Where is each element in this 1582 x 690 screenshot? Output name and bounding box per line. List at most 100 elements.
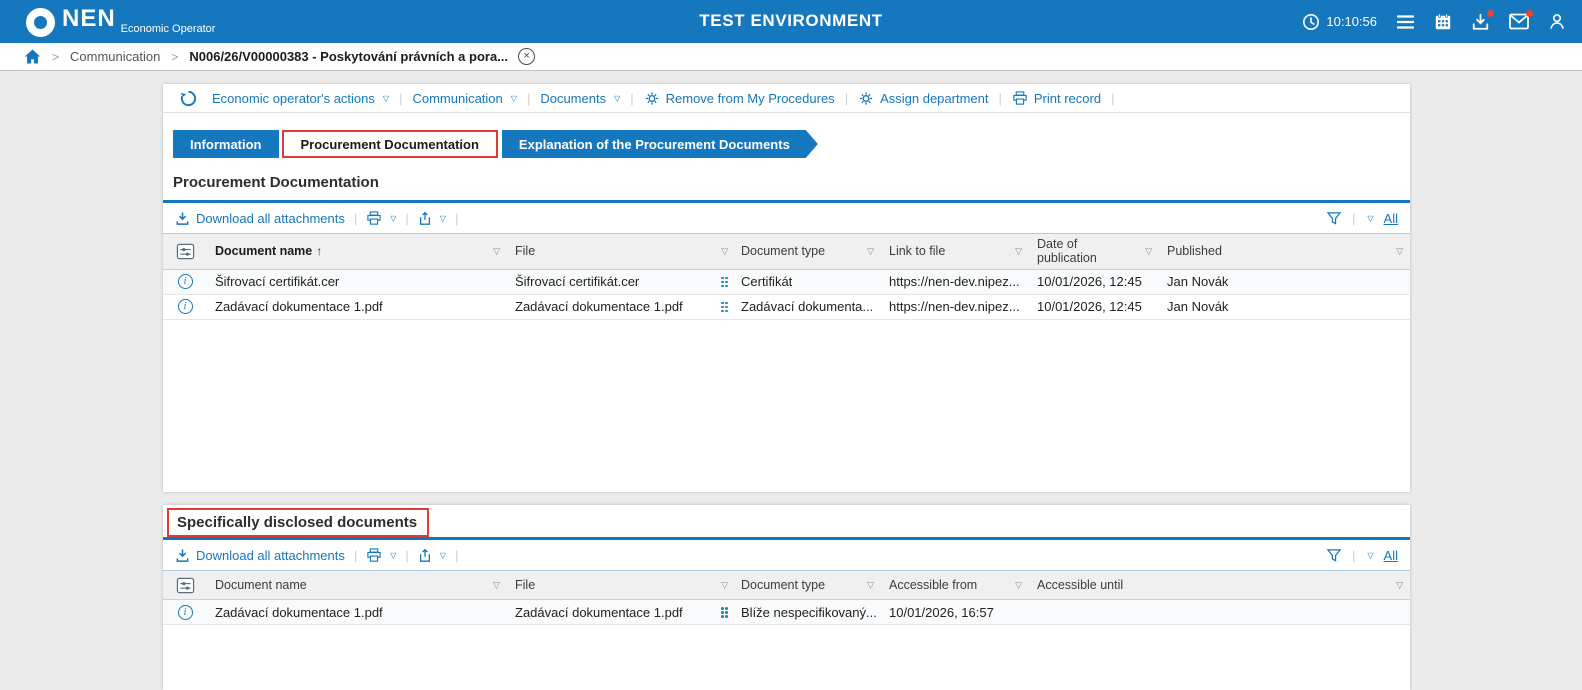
column-filter-icon[interactable]: ▽ <box>1009 246 1022 257</box>
download-all-attachments-button[interactable]: Download all attachments <box>175 548 345 563</box>
messages-icon[interactable] <box>1509 10 1533 30</box>
environment-title: TEST ENVIRONMENT <box>699 11 883 30</box>
column-header-accessible-from[interactable]: Accessible from ▽ <box>881 571 1029 599</box>
show-all-link[interactable]: All <box>1384 211 1398 226</box>
calendar-icon[interactable] <box>1434 13 1452 31</box>
tab-information[interactable]: Information <box>173 130 279 158</box>
specifically-disclosed-table: Document name ▽ File ▽ Document type ▽ Acce… <box>163 571 1410 625</box>
column-filter-icon[interactable]: ▽ <box>715 246 728 257</box>
controls-divider: | <box>1352 547 1356 563</box>
column-header-published[interactable]: Published ▽ <box>1159 234 1410 269</box>
print-list-button[interactable]: ▽ <box>366 547 396 563</box>
menu-economic-operators-actions[interactable]: Economic operator's actions ▽ <box>212 91 389 106</box>
column-header-file[interactable]: File ▽ <box>507 234 733 269</box>
column-filter-icon[interactable]: ▽ <box>487 580 500 591</box>
assign-department-button[interactable]: Assign department <box>858 91 988 106</box>
column-settings-icon <box>176 577 194 593</box>
menu-icon[interactable] <box>1396 14 1415 30</box>
column-header-link-to-file[interactable]: Link to file ▽ <box>881 234 1029 269</box>
column-settings-button[interactable] <box>163 234 207 269</box>
column-settings-button[interactable] <box>163 571 207 599</box>
info-icon[interactable]: i <box>177 604 193 620</box>
user-icon[interactable] <box>1548 12 1566 31</box>
cell-link-to-file[interactable]: https://nen-dev.nipez... <box>881 274 1029 289</box>
file-actions-icon[interactable] <box>721 301 728 313</box>
home-icon[interactable] <box>24 49 41 64</box>
column-filter-icon[interactable]: ▽ <box>1009 580 1022 591</box>
column-filter-icon[interactable]: ▽ <box>1390 246 1403 257</box>
column-filter-icon[interactable]: ▽ <box>1390 580 1403 591</box>
download-icon <box>176 211 189 225</box>
menu-communication[interactable]: Communication ▽ <box>412 91 516 106</box>
show-all-link[interactable]: All <box>1384 548 1398 563</box>
controls-divider: | <box>405 210 409 226</box>
nen-logo[interactable]: NEN Economic Operator <box>26 6 215 37</box>
menu-documents[interactable]: Documents ▽ <box>540 91 620 106</box>
table-header: Document name ▽ File ▽ Document type ▽ Acce… <box>163 571 1410 600</box>
print-list-button[interactable]: ▽ <box>366 210 397 226</box>
table-row[interactable]: i Zadávací dokumentace 1.pdf Zadávací do… <box>163 294 1410 320</box>
breadcrumb: > Communication > N006/26/V00000383 - Po… <box>0 43 1582 71</box>
column-header-accessible-until[interactable]: Accessible until ▽ <box>1029 571 1410 599</box>
chevron-down-icon[interactable]: ▽ <box>1367 551 1373 560</box>
column-filter-icon[interactable]: ▽ <box>487 246 500 257</box>
column-header-file[interactable]: File ▽ <box>507 571 733 599</box>
toolbar-divider: | <box>526 90 531 106</box>
controls-divider: | <box>353 547 358 563</box>
section-title-specifically-disclosed: Specifically disclosed documents <box>167 508 430 537</box>
nen-logo-icon <box>26 8 55 37</box>
column-header-document-type[interactable]: Document type ▽ <box>733 234 881 269</box>
column-filter-icon[interactable]: ▽ <box>861 580 874 591</box>
printer-icon <box>1013 90 1027 105</box>
table-row[interactable]: i Zadávací dokumentace 1.pdf Zadávací do… <box>163 600 1410 625</box>
procurement-documents-table: Document name ↑ ▽ File ▽ Document type ▽ L… <box>163 234 1410 320</box>
export-list-button[interactable]: ▽ <box>418 548 446 563</box>
tab-explanation-documents[interactable]: Explanation of the Procurement Documents <box>502 130 818 158</box>
printer-icon <box>367 547 381 562</box>
export-icon <box>419 211 430 225</box>
table-row[interactable]: i Šifrovací certifikát.cer Šifrovací cer… <box>163 269 1410 295</box>
specifically-disclosed-panel: Specifically disclosed documents Downloa… <box>163 505 1410 690</box>
file-actions-icon[interactable] <box>721 606 728 618</box>
gear-list-icon <box>645 91 658 105</box>
cell-document-name: Zadávací dokumentace 1.pdf <box>215 604 383 620</box>
file-actions-icon[interactable] <box>721 276 728 288</box>
cell-file: Šifrovací certifikát.cer <box>515 274 640 290</box>
export-list-button[interactable]: ▽ <box>418 211 446 226</box>
chevron-down-icon: ▽ <box>614 93 621 103</box>
cell-date-of-publication: 10/01/2026, 12:45 <box>1037 299 1142 315</box>
download-all-attachments-button[interactable]: Download all attachments <box>175 211 345 226</box>
toolbar-divider: | <box>844 90 849 106</box>
toolbar-divider: | <box>1111 90 1115 106</box>
column-header-date-of-publication[interactable]: Date of publication ▽ <box>1029 234 1159 269</box>
column-filter-icon[interactable]: ▽ <box>1139 246 1152 257</box>
remove-from-my-procedures-button[interactable]: Remove from My Procedures <box>644 91 835 106</box>
current-time: 10:10:56 <box>1326 14 1377 29</box>
column-filter-icon[interactable]: ▽ <box>715 580 728 591</box>
column-header-document-name[interactable]: Document name ↑ ▽ <box>207 234 507 269</box>
toolbar-divider: | <box>630 90 634 106</box>
column-filter-icon[interactable]: ▽ <box>861 246 874 257</box>
breadcrumb-current[interactable]: N006/26/V00000383 - Poskytování právních… <box>189 49 508 64</box>
info-icon[interactable]: i <box>177 299 193 315</box>
section-title-procurement-documentation: Procurement Documentation <box>173 174 379 191</box>
history-back-icon[interactable] <box>179 89 198 108</box>
chevron-down-icon: ▽ <box>390 213 397 223</box>
chevron-down-icon[interactable]: ▽ <box>1367 214 1373 223</box>
cell-document-type: Certifikát <box>741 274 793 290</box>
cell-published: Jan Novák <box>1167 274 1229 290</box>
tab-procurement-documentation[interactable]: Procurement Documentation <box>281 130 498 158</box>
column-header-document-type[interactable]: Document type ▽ <box>733 571 881 599</box>
print-record-button[interactable]: Print record <box>1012 91 1101 106</box>
list-controls: Download all attachments | ▽ | ▽ | | ▽ A… <box>163 540 1410 571</box>
cell-link-to-file[interactable]: https://nen-dev.nipez... <box>881 299 1029 314</box>
breadcrumb-item-communication[interactable]: Communication <box>70 49 160 64</box>
clock-icon <box>1302 13 1320 31</box>
close-record-icon[interactable]: × <box>518 48 536 65</box>
breadcrumb-separator: > <box>171 49 179 64</box>
column-header-document-name[interactable]: Document name ▽ <box>207 571 507 599</box>
filter-icon[interactable] <box>1326 211 1342 226</box>
info-icon[interactable]: i <box>177 274 193 290</box>
filter-icon[interactable] <box>1326 548 1342 563</box>
downloads-icon[interactable] <box>1471 9 1494 31</box>
